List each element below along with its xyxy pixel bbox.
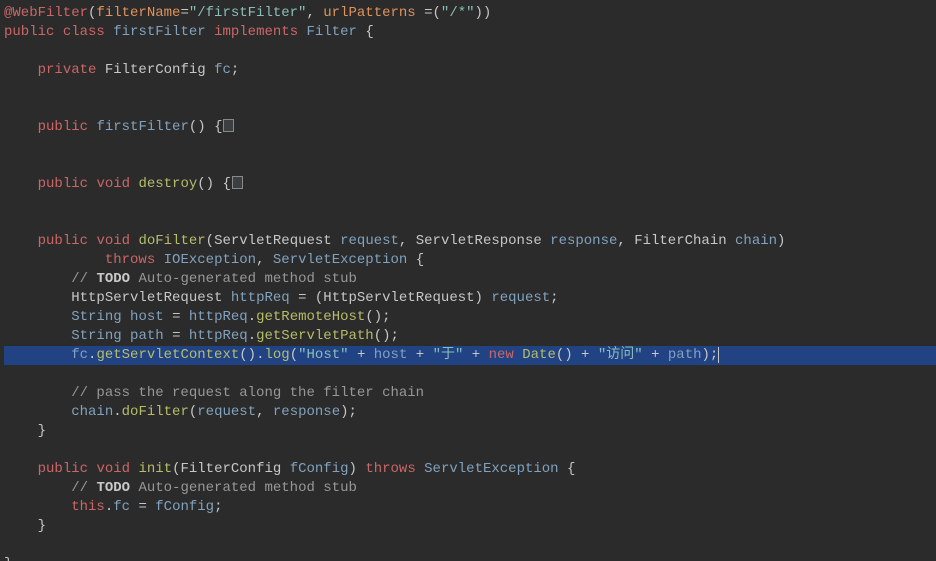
exception-type: ServletException: [273, 252, 407, 268]
type: FilterConfig: [105, 62, 206, 78]
code-line: // pass the request along the filter cha…: [4, 385, 424, 401]
keyword: public: [38, 119, 88, 135]
keyword: void: [96, 176, 130, 192]
code-line: public firstFilter() {: [4, 119, 235, 135]
method-name: doFilter: [138, 233, 205, 249]
type: FilterChain: [634, 233, 726, 249]
exception-type: ServletException: [424, 461, 558, 477]
comment: //: [71, 480, 96, 496]
code-line: // TODO Auto-generated method stub: [4, 480, 357, 496]
param: response: [550, 233, 617, 249]
method-name: destroy: [138, 176, 197, 192]
highlighted-line: fc.getServletContext().log("Host" + host…: [4, 346, 936, 365]
fold-icon[interactable]: [232, 176, 243, 189]
string-literal: "访问": [598, 347, 643, 363]
string-literal: "/*": [441, 5, 475, 21]
string-literal: "Host": [298, 347, 348, 363]
param: fConfig: [290, 461, 349, 477]
todo-tag: TODO: [96, 271, 130, 287]
comment: // pass the request along the filter cha…: [71, 385, 424, 401]
type: String: [71, 328, 121, 344]
text-cursor: [718, 347, 719, 363]
code-line: private FilterConfig fc;: [4, 62, 239, 78]
method-call: doFilter: [122, 404, 189, 420]
code-line: chain.doFilter(request, response);: [4, 404, 357, 420]
type: ServletResponse: [416, 233, 542, 249]
code-line: public void doFilter(ServletRequest requ…: [4, 233, 785, 249]
variable: httpReq: [189, 328, 248, 344]
code-line: throws IOException, ServletException {: [4, 252, 424, 268]
keyword: public: [4, 24, 54, 40]
code-line: // TODO Auto-generated method stub: [4, 271, 357, 287]
code-line: HttpServletRequest httpReq = (HttpServle…: [4, 290, 559, 306]
variable: path: [668, 347, 702, 363]
type: FilterConfig: [180, 461, 281, 477]
variable: httpReq: [189, 309, 248, 325]
variable: fc: [214, 62, 231, 78]
exception-type: IOException: [164, 252, 256, 268]
constructor-name: firstFilter: [96, 119, 188, 135]
code-line: }: [4, 518, 46, 534]
variable: request: [197, 404, 256, 420]
todo-tag: TODO: [96, 480, 130, 496]
code-line: @WebFilter(filterName="/firstFilter", ur…: [4, 5, 491, 21]
method-name: init: [138, 461, 172, 477]
comment: Auto-generated method stub: [130, 271, 357, 287]
annotation: @WebFilter: [4, 5, 88, 21]
variable: fc: [71, 347, 88, 363]
string-literal: "/firstFilter": [189, 5, 307, 21]
code-line: String host = httpReq.getRemoteHost();: [4, 309, 391, 325]
method-call: getRemoteHost: [256, 309, 365, 325]
keyword: throws: [105, 252, 155, 268]
keyword: implements: [214, 24, 298, 40]
param: request: [340, 233, 399, 249]
keyword: void: [96, 461, 130, 477]
code-line: public void destroy() {: [4, 176, 244, 192]
field: fc: [113, 499, 130, 515]
interface-name: Filter: [307, 24, 357, 40]
keyword: public: [38, 233, 88, 249]
keyword: void: [96, 233, 130, 249]
variable: httpReq: [231, 290, 290, 306]
class-name: firstFilter: [113, 24, 205, 40]
code-line: }: [4, 423, 46, 439]
type: HttpServletRequest: [323, 290, 474, 306]
keyword: new: [489, 347, 514, 363]
code-line: String path = httpReq.getServletPath();: [4, 328, 399, 344]
variable: request: [491, 290, 550, 306]
param: chain: [735, 233, 777, 249]
code-line: this.fc = fConfig;: [4, 499, 222, 515]
keyword: public: [38, 461, 88, 477]
method-call: getServletPath: [256, 328, 374, 344]
keyword: public: [38, 176, 88, 192]
keyword: private: [38, 62, 97, 78]
variable: response: [273, 404, 340, 420]
variable: fConfig: [155, 499, 214, 515]
method-call: getServletContext: [96, 347, 239, 363]
type: String: [71, 309, 121, 325]
variable: path: [130, 328, 164, 344]
comment: Auto-generated method stub: [130, 480, 357, 496]
param-name: urlPatterns: [323, 5, 415, 21]
type: HttpServletRequest: [71, 290, 222, 306]
type: ServletRequest: [214, 233, 332, 249]
comment: //: [71, 271, 96, 287]
keyword: class: [63, 24, 105, 40]
keyword: throws: [365, 461, 415, 477]
code-line: }: [4, 556, 12, 561]
param-name: filterName: [96, 5, 180, 21]
variable: chain: [71, 404, 113, 420]
fold-icon[interactable]: [223, 119, 234, 132]
variable: host: [130, 309, 164, 325]
code-line: public void init(FilterConfig fConfig) t…: [4, 461, 575, 477]
code-line: public class firstFilter implements Filt…: [4, 24, 374, 40]
string-literal: "于": [433, 347, 464, 363]
method-call: log: [264, 347, 289, 363]
code-editor[interactable]: @WebFilter(filterName="/firstFilter", ur…: [0, 0, 936, 561]
variable: host: [374, 347, 408, 363]
keyword: this: [71, 499, 105, 515]
type: Date: [522, 347, 556, 363]
